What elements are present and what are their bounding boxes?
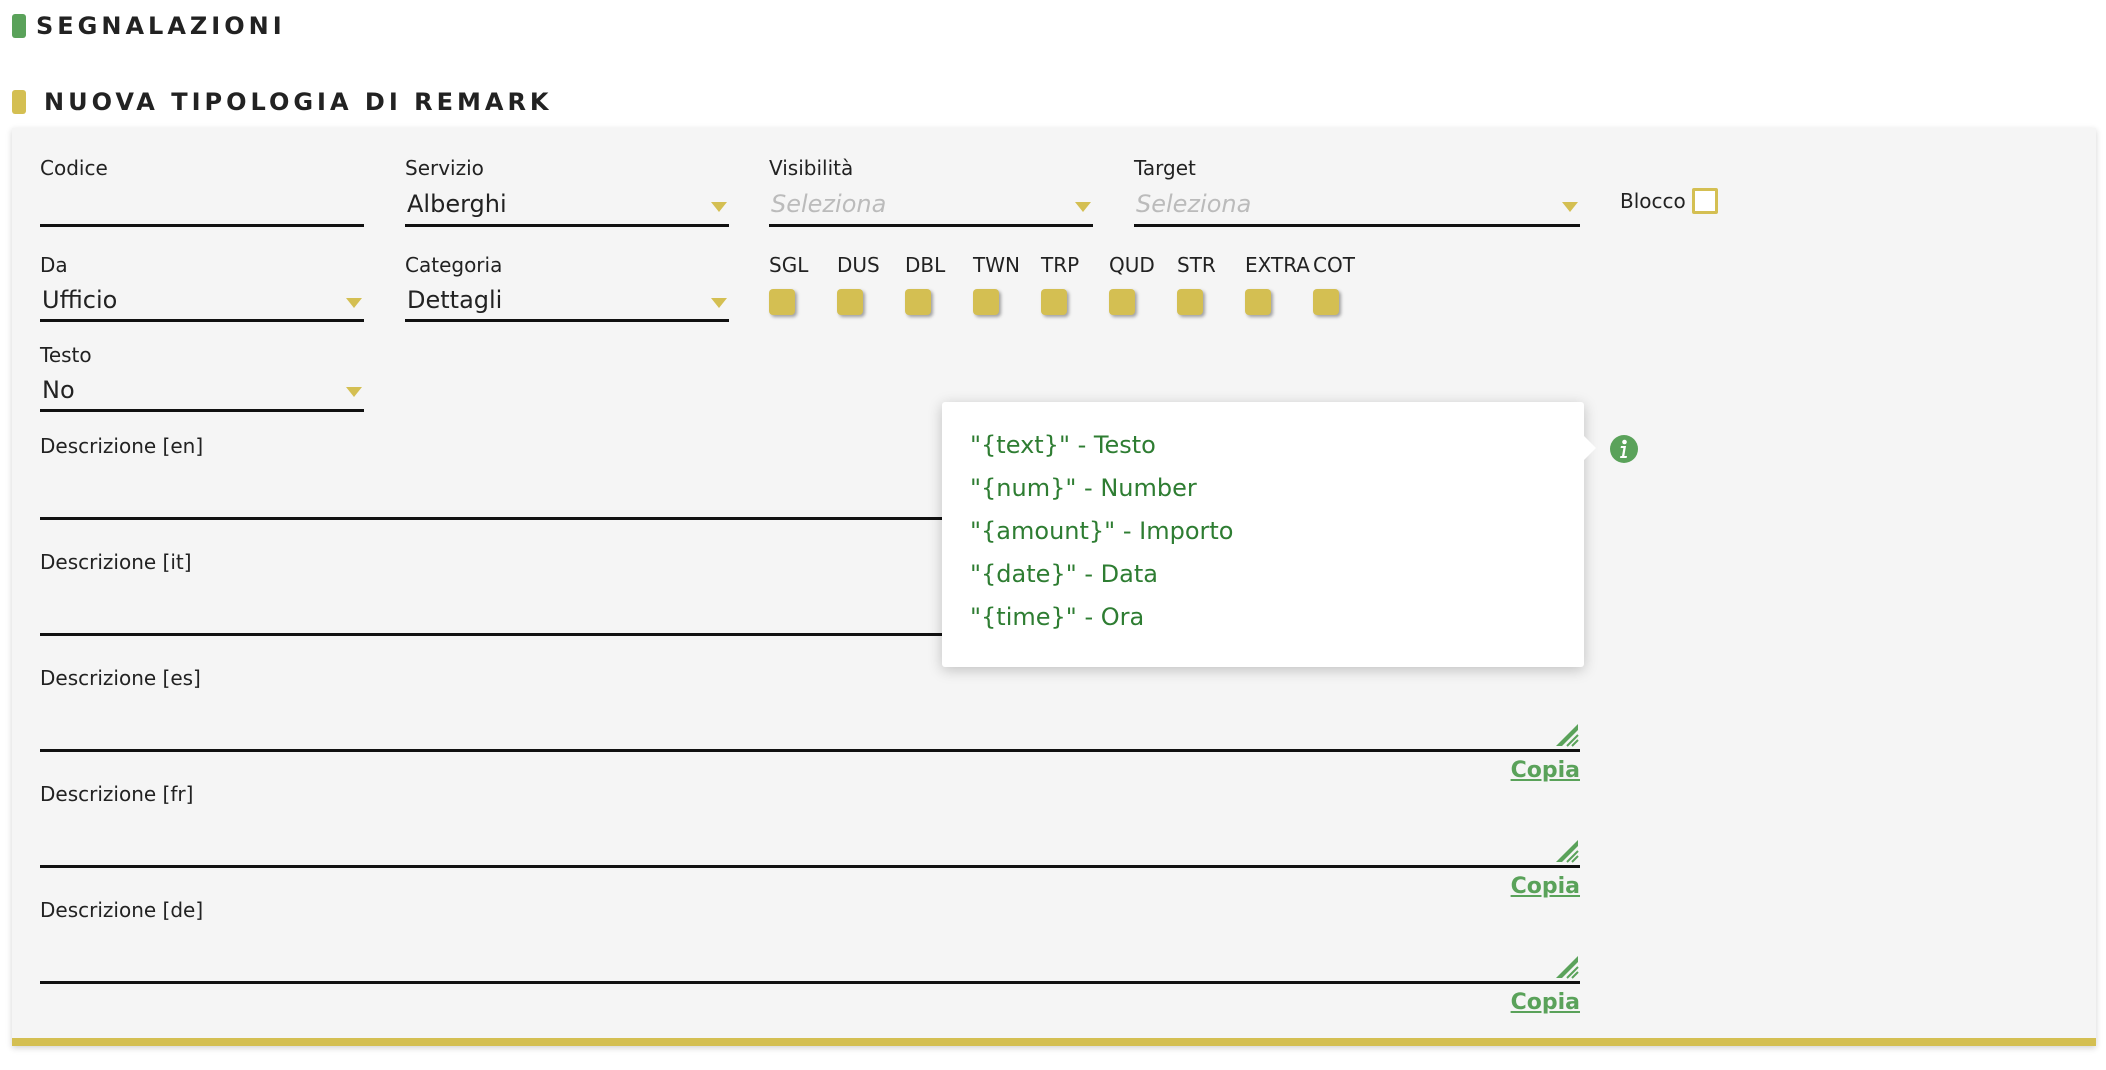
da-label: Da [40, 253, 68, 277]
categoria-label: Categoria [405, 253, 503, 277]
descrizione-es-label: Descrizione [es] [40, 666, 201, 690]
descrizione-de-field[interactable]: Descrizione [de] Copia [40, 898, 1580, 1015]
testo-select[interactable]: Testo No [40, 343, 364, 415]
section-title-segnalazioni: SEGNALAZIONI [12, 12, 286, 40]
categoria-value[interactable]: Dettagli [407, 286, 502, 314]
field-underline [40, 224, 364, 227]
servizio-label: Servizio [405, 156, 484, 180]
blocco-label: Blocco [1620, 189, 1686, 213]
room-type-checkbox[interactable] [1041, 289, 1067, 315]
room-type-checkbox[interactable] [973, 289, 999, 315]
section-marker [12, 90, 26, 114]
room-type-extra[interactable]: EXTRA [1245, 253, 1313, 323]
visibilita-select[interactable]: Visibilità Seleziona [769, 156, 1093, 228]
field-underline [40, 865, 1580, 868]
copia-link[interactable]: Copia [1511, 874, 1580, 899]
copia-link[interactable]: Copia [1511, 990, 1580, 1015]
room-type-label: SGL [769, 253, 809, 277]
resize-handle-icon[interactable] [1554, 954, 1580, 980]
da-value[interactable]: Ufficio [42, 286, 117, 314]
room-type-label: COT [1313, 253, 1355, 277]
room-type-sgl[interactable]: SGL [769, 253, 837, 323]
da-select[interactable]: Da Ufficio [40, 253, 364, 325]
room-type-str[interactable]: STR [1177, 253, 1245, 323]
descrizione-it-label: Descrizione [it] [40, 550, 192, 574]
room-type-checkbox[interactable] [1245, 289, 1271, 315]
descrizione-fr-label: Descrizione [fr] [40, 782, 194, 806]
field-underline [769, 224, 1093, 227]
testo-label: Testo [40, 343, 92, 367]
chevron-down-icon[interactable] [1562, 202, 1578, 212]
descrizione-es-field[interactable]: Descrizione [es] Copia [40, 666, 1580, 783]
visibilita-placeholder[interactable]: Seleziona [771, 190, 886, 218]
codice-label: Codice [40, 156, 108, 180]
target-placeholder[interactable]: Seleziona [1136, 190, 1251, 218]
room-type-checkbox[interactable] [837, 289, 863, 315]
section-marker [12, 14, 26, 38]
room-type-dus[interactable]: DUS [837, 253, 905, 323]
room-type-trp[interactable]: TRP [1041, 253, 1109, 323]
target-label: Target [1134, 156, 1196, 180]
field-underline [405, 224, 729, 227]
visibilita-label: Visibilità [769, 156, 854, 180]
chevron-down-icon[interactable] [711, 298, 727, 308]
field-underline [40, 749, 1580, 752]
room-type-qud[interactable]: QUD [1109, 253, 1177, 323]
copia-link[interactable]: Copia [1511, 758, 1580, 783]
placeholder-item: "{num}" - Number [970, 474, 1197, 502]
room-type-twn[interactable]: TWN [973, 253, 1041, 323]
target-select[interactable]: Target Seleziona [1134, 156, 1580, 228]
field-underline [405, 319, 729, 322]
room-type-label: DBL [905, 253, 946, 277]
placeholder-item: "{text}" - Testo [970, 431, 1156, 459]
placeholder-item: "{time}" - Ora [970, 603, 1145, 631]
room-type-checkbox[interactable] [905, 289, 931, 315]
blocco-checkbox[interactable] [1691, 188, 1718, 214]
section-title-nuova-tipologia: NUOVA TIPOLOGIA DI REMARK [12, 88, 553, 116]
descrizione-fr-field[interactable]: Descrizione [fr] Copia [40, 782, 1580, 899]
chevron-down-icon[interactable] [346, 298, 362, 308]
servizio-select[interactable]: Servizio Alberghi [405, 156, 729, 228]
room-type-label: QUD [1109, 253, 1155, 277]
chevron-down-icon[interactable] [346, 387, 362, 397]
room-type-cot[interactable]: COT [1313, 253, 1381, 323]
room-type-checkbox[interactable] [1177, 289, 1203, 315]
room-type-checkbox[interactable] [1313, 289, 1339, 315]
servizio-value[interactable]: Alberghi [407, 190, 507, 218]
room-type-label: TRP [1041, 253, 1080, 277]
section-title-text: SEGNALAZIONI [36, 12, 286, 40]
room-type-dbl[interactable]: DBL [905, 253, 973, 323]
info-icon[interactable] [1609, 434, 1639, 464]
room-type-label: STR [1177, 253, 1216, 277]
categoria-select[interactable]: Categoria Dettagli [405, 253, 729, 325]
descrizione-de-label: Descrizione [de] [40, 898, 204, 922]
chevron-down-icon[interactable] [711, 202, 727, 212]
descrizione-en-label: Descrizione [en] [40, 434, 204, 458]
room-type-checkbox[interactable] [1109, 289, 1135, 315]
placeholder-item: "{amount}" - Importo [970, 517, 1234, 545]
resize-handle-icon[interactable] [1554, 722, 1580, 748]
room-type-label: TWN [973, 253, 1020, 277]
room-type-label: DUS [837, 253, 880, 277]
placeholder-item: "{date}" - Data [970, 560, 1158, 588]
field-underline [40, 981, 1580, 984]
chevron-down-icon[interactable] [1075, 202, 1091, 212]
room-type-label: EXTRA [1245, 253, 1310, 277]
field-underline [40, 319, 364, 322]
section-title-text: NUOVA TIPOLOGIA DI REMARK [44, 88, 553, 116]
field-underline [1134, 224, 1580, 227]
room-type-checkbox[interactable] [769, 289, 795, 315]
field-underline [40, 409, 364, 412]
testo-value[interactable]: No [42, 376, 75, 404]
resize-handle-icon[interactable] [1554, 838, 1580, 864]
codice-field[interactable]: Codice [40, 156, 364, 228]
blocco-checkbox-group[interactable]: Blocco [1620, 188, 1718, 214]
placeholders-popover: "{text}" - Testo "{num}" - Number "{amou… [942, 402, 1596, 667]
